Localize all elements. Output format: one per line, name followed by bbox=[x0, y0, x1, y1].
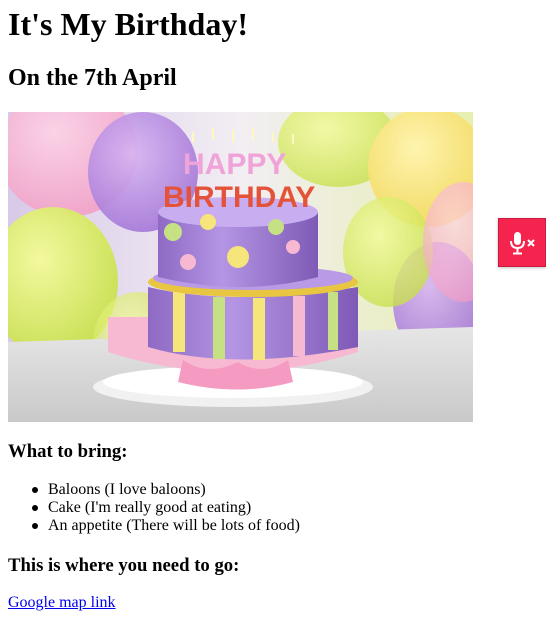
list-item: An appetite (There will be lots of food) bbox=[8, 517, 300, 535]
list-item: Baloons (I love baloons) bbox=[8, 481, 300, 499]
bullet-icon bbox=[32, 487, 38, 493]
what-to-bring-heading: What to bring: bbox=[8, 441, 128, 462]
bring-list: Baloons (I love baloons) Cake (I'm reall… bbox=[8, 481, 300, 535]
candle-letters-birthday: BIRTHDAY bbox=[163, 181, 315, 214]
list-item-text: Cake (I'm really good at eating) bbox=[48, 499, 252, 516]
google-map-link[interactable]: Google map link bbox=[8, 594, 116, 612]
directions-heading: This is where you need to go: bbox=[8, 555, 240, 576]
bullet-icon bbox=[32, 505, 38, 511]
list-item-text: Baloons (I love baloons) bbox=[48, 481, 206, 498]
microphone-muted-icon bbox=[510, 232, 535, 255]
candle-letters-happy: HAPPY bbox=[183, 148, 286, 181]
page-subtitle: On the 7th April bbox=[8, 65, 177, 91]
list-item-text: An appetite (There will be lots of food) bbox=[48, 517, 300, 534]
page-title: It's My Birthday! bbox=[8, 6, 248, 42]
mic-toggle-button[interactable] bbox=[498, 218, 546, 267]
birthday-cake-image: HAPPY BIRTHDAY bbox=[8, 112, 473, 422]
list-item: Cake (I'm really good at eating) bbox=[8, 499, 300, 517]
bullet-icon bbox=[32, 523, 38, 529]
